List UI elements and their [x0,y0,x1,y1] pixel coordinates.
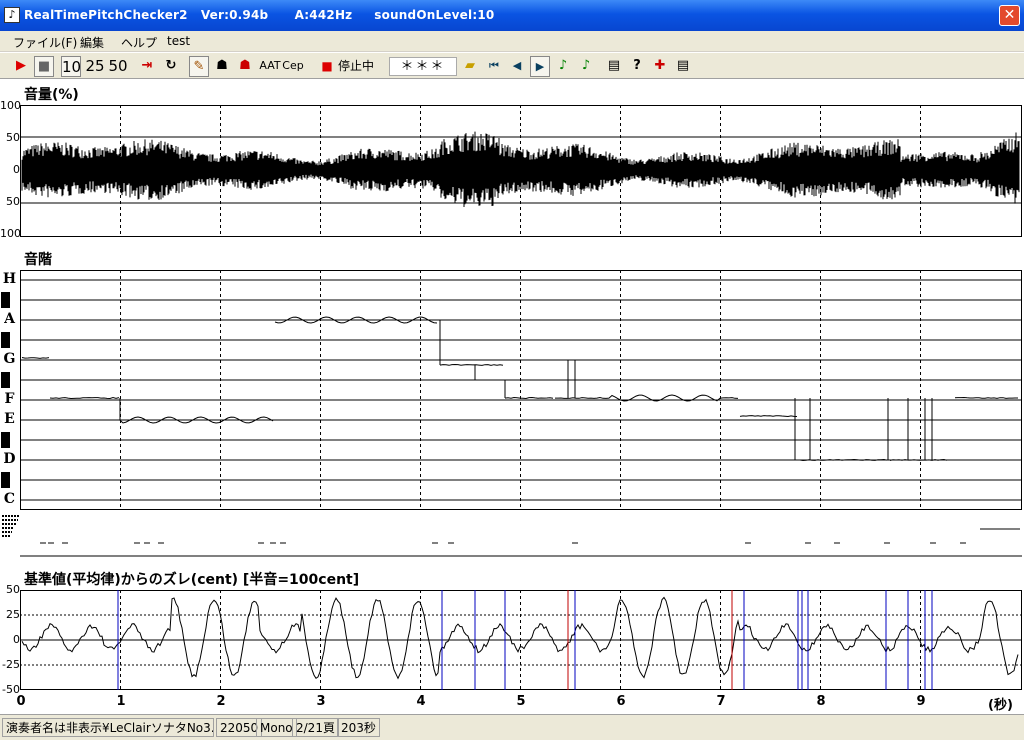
volume-tick-50: 50 [6,131,20,144]
volume-panel-label: 音量(%) [24,87,79,103]
note-label-c: C [1,491,18,507]
toolbar: ▶ ■ 10 25 50 ⇥ ↻ ✎ ☗ ☗ AAT Cep ■ 停止中 ＊＊＊… [0,53,1024,79]
aat-button[interactable]: AAT [259,56,281,77]
onset-strip [2,515,1022,557]
menu-bar: ファイル(F) 編集 ヘルプ test [0,31,1024,52]
status-duration: 203秒 [337,718,380,737]
status-page: 2/21頁 [292,718,339,737]
note-display: ＊＊＊ [389,57,457,76]
speed-25-button[interactable]: 25 [85,56,105,77]
play-button[interactable]: ▶ [11,56,31,77]
cent-panel-label: 基準値(平均律)からのズレ(cent) [半音=100cent] [24,572,360,588]
time-label-3: 3 [316,694,326,709]
tuner-icon[interactable]: ✎ [189,56,209,77]
status-bar: 演奏者名は非表示¥LeClairソナタNo3.wav 22050 Mono 2/… [0,714,1024,740]
note2-icon[interactable]: ♪ [576,56,596,77]
time-label-5: 5 [516,694,526,709]
record-icon[interactable]: ■ [317,56,337,77]
time-label-8: 8 [816,694,826,709]
cent-tick-50: 50 [6,583,20,596]
menu-test[interactable]: test [167,34,190,48]
loop-icon[interactable]: ↻ [161,56,181,77]
time-label-0: 0 [16,694,26,709]
note-label-d: D [1,451,18,467]
note-icon[interactable]: ♪ [553,56,573,77]
cent-deviation-plot[interactable] [20,590,1022,690]
stop-button[interactable]: ■ [34,56,54,77]
time-label-7: 7 [716,694,726,709]
person-red-icon[interactable]: ☗ [235,56,255,77]
cep-button[interactable]: Cep [282,56,304,77]
note-label-a: A [1,311,18,327]
volume-tick-100: 100 [0,99,21,112]
volume-tick-neg50: 50 [6,195,20,208]
note-label-g: G [1,351,18,367]
cent-tick-0: 0 [13,633,20,646]
volume-tick-0: 0 [13,163,20,176]
black-key-swatch [1,432,10,448]
first-page-icon[interactable]: ⏮ [484,56,504,77]
volume-waveform-plot[interactable] [20,105,1022,237]
stop-status: 停止中 [338,59,375,73]
black-key-swatch [1,472,10,488]
menu-file[interactable]: ファイル(F) [13,34,77,51]
title-bar[interactable]: ♪ RealTimePitchChecker2 Ver:0.94b A:442H… [0,0,1024,31]
status-channel: Mono [256,718,297,737]
time-label-6: 6 [616,694,626,709]
menu-help[interactable]: ヘルプ [121,34,157,51]
cent-tick-neg25: -25 [2,658,20,671]
black-key-swatch [1,332,10,348]
note-label-e: E [1,411,18,427]
speed-50-button[interactable]: 50 [108,56,128,77]
prev-page-icon[interactable]: ◀ [507,56,527,77]
volume-tick-neg100: 100 [0,227,21,240]
pitch-scale-plot[interactable] [20,270,1022,510]
note-label-h: H [1,271,18,287]
app-icon[interactable]: ♪ [4,7,20,23]
print-icon[interactable]: ▤ [604,56,624,77]
open-folder-icon[interactable]: ▰ [460,56,480,77]
cent-tick-25: 25 [6,608,20,621]
scale-panel-label: 音階 [24,252,52,268]
jump-end-icon[interactable]: ⇥ [137,56,157,77]
speed-10-button[interactable]: 10 [61,56,81,77]
menu-edit[interactable]: 編集 [80,34,104,51]
help-icon[interactable]: ? [627,56,647,77]
note-label-f: F [1,391,18,407]
time-label-2: 2 [216,694,226,709]
black-key-swatch [1,292,10,308]
close-button[interactable]: ✕ [999,5,1020,26]
print2-icon[interactable]: ▤ [673,56,693,77]
time-label-9: 9 [916,694,926,709]
next-page-icon[interactable]: ▶ [530,56,550,77]
status-file: 演奏者名は非表示¥LeClairソナタNo3.wav [2,718,214,737]
time-unit-label: (秒) [988,698,1013,713]
marker-icon[interactable]: ✚ [650,56,670,77]
black-key-swatch [1,372,10,388]
time-label-4: 4 [416,694,426,709]
person-icon[interactable]: ☗ [212,56,232,77]
window-title: RealTimePitchChecker2 Ver:0.94b A:442Hz … [24,8,495,22]
time-label-1: 1 [116,694,126,709]
